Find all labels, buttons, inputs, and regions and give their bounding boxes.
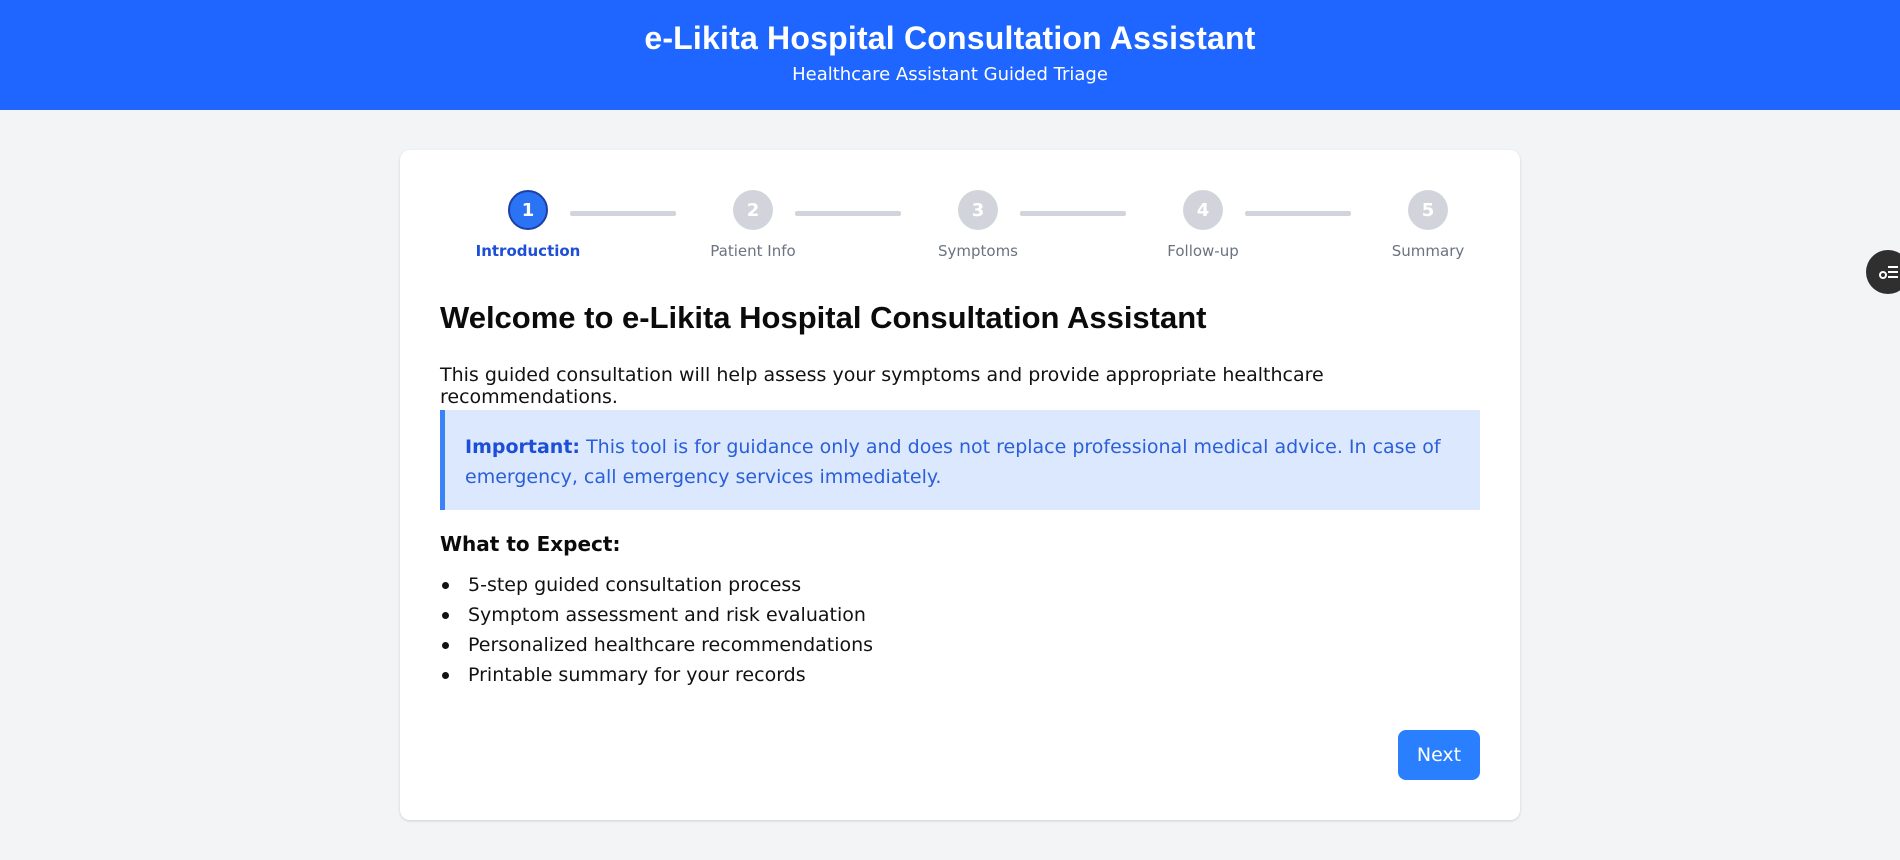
- expect-list: 5-step guided consultation process Sympt…: [440, 570, 1340, 690]
- notice-label: Important:: [465, 436, 581, 458]
- app-header: e-Likita Hospital Consultation Assistant…: [0, 0, 1900, 110]
- floating-widget-button[interactable]: [1866, 250, 1900, 294]
- step-follow-up[interactable]: 4 Follow-up: [1123, 190, 1283, 270]
- step-summary[interactable]: 5 Summary: [1348, 190, 1508, 270]
- step-label: Summary: [1391, 242, 1465, 260]
- notice-text: This tool is for guidance only and does …: [465, 436, 1441, 488]
- progress-stepper: 1 Introduction 2 Patient Info 3 Symptoms…: [400, 150, 1520, 270]
- step-label: Follow-up: [1167, 242, 1239, 260]
- welcome-heading: Welcome to e-Likita Hospital Consultatio…: [440, 300, 1207, 335]
- step-number-circle: 4: [1183, 190, 1223, 230]
- step-connector: [1020, 211, 1126, 216]
- step-connector: [570, 211, 676, 216]
- step-number-circle: 3: [958, 190, 998, 230]
- list-item: 5-step guided consultation process: [440, 570, 1340, 600]
- important-notice: Important: This tool is for guidance onl…: [440, 410, 1480, 510]
- step-label: Introduction: [475, 242, 581, 260]
- step-connector: [1245, 211, 1351, 216]
- list-item: Personalized healthcare recommendations: [440, 630, 1340, 660]
- expect-heading: What to Expect:: [440, 532, 621, 556]
- step-connector: [795, 211, 901, 216]
- step-label: Symptoms: [937, 242, 1019, 260]
- app-title: e-Likita Hospital Consultation Assistant: [644, 20, 1256, 56]
- next-button[interactable]: Next: [1398, 730, 1480, 780]
- step-number-circle: 2: [733, 190, 773, 230]
- list-item: Printable summary for your records: [440, 660, 1340, 690]
- list-item: Symptom assessment and risk evaluation: [440, 600, 1340, 630]
- settings-list-icon: [1879, 266, 1898, 279]
- step-label: Patient Info: [710, 242, 796, 260]
- step-introduction[interactable]: 1 Introduction: [448, 190, 608, 270]
- app-subtitle: Healthcare Assistant Guided Triage: [792, 64, 1108, 85]
- step-number-circle: 5: [1408, 190, 1448, 230]
- step-symptoms[interactable]: 3 Symptoms: [898, 190, 1058, 270]
- consultation-card: 1 Introduction 2 Patient Info 3 Symptoms…: [400, 150, 1520, 820]
- step-patient-info[interactable]: 2 Patient Info: [673, 190, 833, 270]
- intro-text: This guided consultation will help asses…: [440, 364, 1324, 408]
- step-number-circle: 1: [508, 190, 548, 230]
